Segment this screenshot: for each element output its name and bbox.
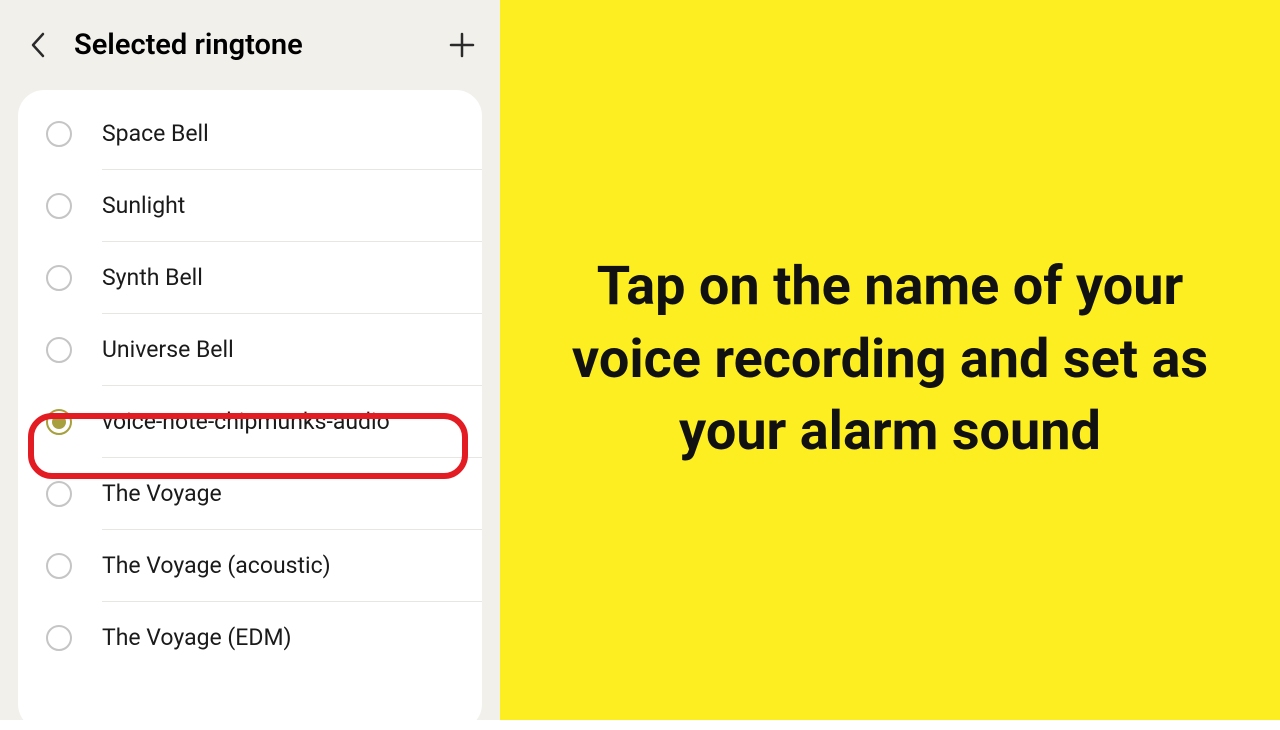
plus-icon[interactable] <box>448 31 476 59</box>
back-icon[interactable] <box>24 31 52 59</box>
ringtone-item-selected[interactable]: voice-note-chipmunks-audio <box>18 386 482 457</box>
ringtone-list: Space Bell Sunlight Synth Bell Universe … <box>18 90 482 730</box>
radio-icon <box>46 265 72 291</box>
ringtone-label: voice-note-chipmunks-audio <box>102 408 390 435</box>
radio-icon <box>46 337 72 363</box>
instruction-text: Tap on the name of your voice recording … <box>545 251 1235 470</box>
ringtone-item[interactable]: Synth Bell <box>18 242 482 313</box>
radio-icon <box>46 625 72 651</box>
radio-icon <box>46 553 72 579</box>
ringtone-item[interactable]: The Voyage <box>18 458 482 529</box>
radio-icon-selected <box>46 409 72 435</box>
ringtone-item[interactable]: Space Bell <box>18 98 482 169</box>
ringtone-label: The Voyage (acoustic) <box>102 552 331 579</box>
ringtone-item[interactable]: Universe Bell <box>18 314 482 385</box>
ringtone-item[interactable]: The Voyage (EDM) <box>18 602 482 673</box>
ringtone-item[interactable]: The Voyage (acoustic) <box>18 530 482 601</box>
phone-screenshot-panel: Selected ringtone Space Bell Sunlight Sy… <box>0 0 500 720</box>
radio-icon <box>46 121 72 147</box>
ringtone-label: Synth Bell <box>102 264 203 291</box>
ringtone-label: Universe Bell <box>102 336 234 363</box>
ringtone-label: The Voyage <box>102 480 222 507</box>
ringtone-label: Space Bell <box>102 120 209 147</box>
instruction-panel: Tap on the name of your voice recording … <box>500 0 1280 720</box>
ringtone-label: The Voyage (EDM) <box>102 624 292 651</box>
header-bar: Selected ringtone <box>0 0 500 82</box>
page-title: Selected ringtone <box>74 28 448 62</box>
ringtone-item[interactable]: Sunlight <box>18 170 482 241</box>
ringtone-label: Sunlight <box>102 192 185 219</box>
radio-icon <box>46 193 72 219</box>
radio-icon <box>46 481 72 507</box>
